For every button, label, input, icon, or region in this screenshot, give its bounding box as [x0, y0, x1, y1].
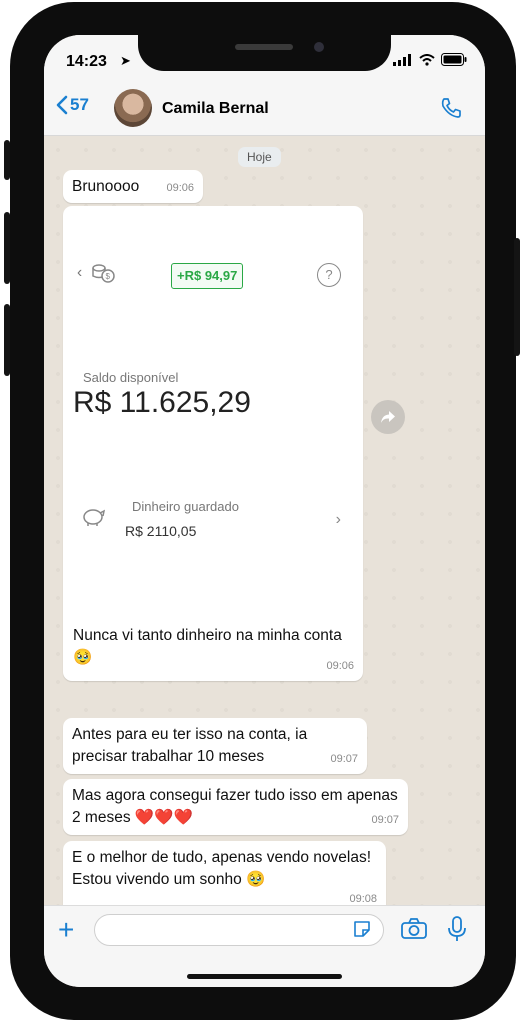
guardado-value: R$ 2110,05: [125, 523, 197, 539]
volume-up-button: [4, 212, 10, 284]
message-text: Antes para eu ter isso na conta, ia prec…: [72, 726, 308, 765]
mute-switch: [4, 140, 10, 180]
saldo-value: R$ 11.625,29: [73, 386, 251, 419]
message-bubble[interactable]: Mas agora consegui fazer tudo isso em ap…: [63, 779, 408, 835]
volume-down-button: [4, 304, 10, 376]
sticker-icon[interactable]: [352, 919, 372, 939]
date-chip: Hoje: [238, 147, 281, 167]
coins-back: ‹ $: [77, 262, 116, 284]
contact-name[interactable]: Camila Bernal: [162, 100, 269, 118]
message-time: 09:07: [371, 814, 399, 826]
signal-icon: [393, 53, 411, 66]
coins-icon: $: [92, 264, 115, 283]
svg-text:$: $: [106, 272, 111, 281]
status-icons: [393, 53, 467, 66]
back-button[interactable]: 57: [56, 95, 89, 115]
forward-button[interactable]: [371, 400, 405, 434]
guardado-label: Dinheiro guardado: [132, 499, 239, 514]
input-bar: +: [44, 905, 485, 987]
chat-header: 57 Camila Bernal: [44, 83, 485, 136]
phone-call-icon: [441, 98, 461, 118]
message-text: E o melhor de tudo, apenas vendo novelas…: [72, 849, 372, 888]
message-text: Mas agora consegui fazer tudo isso em ap…: [72, 787, 398, 826]
camera-icon[interactable]: [401, 918, 427, 940]
message-time: 09:06: [326, 660, 354, 672]
message-bubble[interactable]: Antes para eu ter isso na conta, ia prec…: [63, 718, 367, 774]
back-chevron-icon: [56, 95, 68, 115]
wifi-icon: [419, 53, 435, 66]
notch: [138, 35, 391, 71]
call-button[interactable]: [439, 96, 463, 125]
forward-icon: [381, 411, 395, 423]
front-camera: [314, 42, 324, 52]
message-time: 09:06: [166, 182, 194, 194]
unread-count: 57: [70, 95, 89, 114]
message-text: Nunca vi tanto dinheiro na minha conta 🥹: [73, 627, 342, 666]
message-bubble[interactable]: E o melhor de tudo, apenas vendo novelas…: [63, 841, 386, 914]
message-time: 09:07: [330, 753, 358, 765]
home-indicator[interactable]: [187, 974, 342, 979]
status-time: 14:23: [66, 53, 107, 70]
screen: 14:23 ➤ 57 Camila Bernal Hoje Brunoooo 0…: [44, 35, 485, 987]
chat-area[interactable]: Hoje Brunoooo 09:06 ‹ $ +R$ 94,97 ? Sald…: [44, 136, 485, 914]
power-button: [514, 238, 520, 356]
location-icon: ➤: [120, 53, 131, 68]
balance-change-badge: +R$ 94,97: [171, 263, 244, 289]
mic-icon[interactable]: [448, 916, 466, 942]
avatar[interactable]: [114, 89, 152, 127]
piggy-bank-icon: [83, 509, 106, 526]
message-input[interactable]: [94, 914, 384, 946]
bank-screenshot-bubble[interactable]: ‹ $ +R$ 94,97 ? Saldo disponível R$ 11.6…: [63, 206, 363, 681]
plus-icon[interactable]: +: [58, 916, 74, 944]
speaker: [235, 44, 293, 50]
help-icon: ?: [317, 263, 341, 287]
battery-icon: [441, 53, 467, 66]
chevron-right-icon: ›: [335, 511, 341, 528]
chevron-left-icon: ‹: [77, 264, 83, 281]
message-bubble[interactable]: Brunoooo 09:06: [63, 170, 203, 203]
